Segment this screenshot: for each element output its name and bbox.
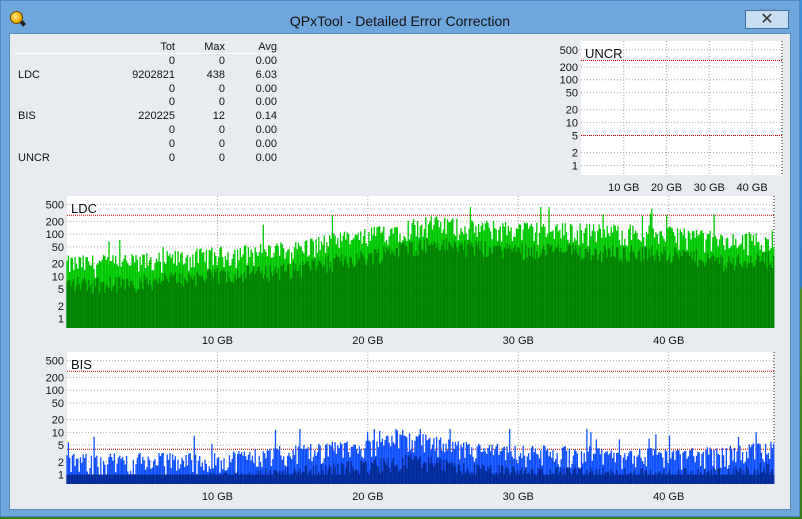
- y-tick-label: 500: [46, 200, 64, 212]
- x-tick-label: 20 GB: [352, 335, 383, 347]
- window-title: QPxTool - Detailed Error Correction: [289, 13, 511, 29]
- x-tick-label: 20 GB: [651, 182, 682, 194]
- x-tick-label: 10 GB: [202, 335, 233, 347]
- y-tick-label: 20: [566, 105, 578, 117]
- stats-max: 0: [218, 151, 225, 164]
- stats-avg: 0.00: [255, 55, 277, 67]
- y-tick-label: 1: [572, 160, 578, 172]
- stats-row: LDC 9202821 438 6.03: [15, 68, 277, 82]
- y-tick-label: 200: [560, 62, 578, 74]
- x-tick-label: 30 GB: [503, 491, 534, 503]
- stats-row: 0 0 0.00: [15, 54, 277, 68]
- stats-avg: 0.00: [255, 82, 277, 95]
- y-tick-label: 500: [46, 356, 64, 368]
- stats-tot: 220225: [138, 110, 175, 123]
- x-tick-label: 10 GB: [608, 182, 639, 194]
- y-tick-label: 50: [52, 398, 64, 410]
- stats-row: 0 0 0.00: [15, 123, 277, 137]
- stats-tot: 0: [168, 137, 175, 150]
- stats-avg: 0.14: [255, 110, 277, 123]
- y-tick-label: 2: [58, 301, 64, 313]
- stats-avg: 0.00: [255, 151, 277, 164]
- stats-table: Tot Max Avg 0 0 0.00 LDC 9202821 438 6.0…: [15, 40, 277, 164]
- y-tick-label: 100: [46, 385, 64, 397]
- y-tick-label: 500: [560, 45, 578, 57]
- x-tick-label: 40 GB: [653, 335, 684, 347]
- stats-tot: 9202821: [132, 68, 175, 81]
- app-window: QPxTool - Detailed Error Correction ✕ To…: [0, 0, 800, 517]
- stats-avg: 6.03: [255, 68, 277, 81]
- stats-header-row: Tot Max Avg: [15, 40, 277, 54]
- uncr-chart: 12 51020 50100200 500 10 GB 20 GB 30 GB 40 GB UN…: [560, 41, 783, 194]
- y-tick-label: 100: [46, 229, 64, 241]
- stats-row: 0 0 0.00: [15, 95, 277, 109]
- x-tick-label: 10 GB: [202, 491, 233, 503]
- stats-avg: 0.00: [255, 96, 277, 109]
- y-tick-label: 200: [46, 372, 64, 384]
- y-tick-label: 5: [58, 440, 64, 452]
- x-tick-label: 20 GB: [352, 491, 383, 503]
- ldc-chart: 12 51020 50100200 500 10 GB 20 GB 30 GB 40 GB LD…: [46, 196, 775, 347]
- stats-header-max: Max: [204, 41, 225, 53]
- title-bar[interactable]: QPxTool - Detailed Error Correction ✕: [1, 1, 799, 33]
- x-tick-label: 40 GB: [736, 182, 767, 194]
- y-tick-label: 20: [52, 259, 64, 271]
- stats-label: UNCR: [18, 151, 50, 164]
- y-tick-label: 50: [566, 88, 578, 100]
- y-tick-label: 10: [52, 271, 64, 283]
- y-tick-label: 1: [58, 314, 64, 326]
- y-tick-label: 20: [52, 415, 64, 427]
- x-tick-label: 40 GB: [653, 491, 684, 503]
- x-tick-label: 30 GB: [694, 182, 725, 194]
- y-tick-label: 100: [560, 75, 578, 87]
- stats-row: 0 0 0.00: [15, 137, 277, 151]
- stats-label: BIS: [18, 110, 36, 123]
- stats-max: 0: [218, 137, 225, 150]
- close-button[interactable]: ✕: [745, 10, 789, 29]
- y-tick-label: 1: [58, 470, 64, 482]
- stats-label: LDC: [18, 68, 41, 81]
- y-tick-label: 2: [58, 457, 64, 469]
- stats-max: 0: [218, 82, 225, 95]
- chart-title: LDC: [71, 201, 97, 216]
- y-tick-label: 5: [572, 131, 578, 143]
- stats-avg: 0.00: [255, 123, 277, 136]
- stats-tot: 0: [168, 123, 175, 136]
- client-area: Tot Max Avg 0 0 0.00 LDC 9202821 438 6.0…: [9, 33, 791, 510]
- chart-title: UNCR: [585, 46, 623, 61]
- y-tick-label: 10: [52, 427, 64, 439]
- y-tick-label: 200: [46, 216, 64, 228]
- stats-max: 0: [218, 96, 225, 109]
- stats-tot: 0: [168, 151, 175, 164]
- stats-row: UNCR 0 0 0.00: [15, 151, 277, 165]
- stats-tot: 0: [168, 55, 175, 67]
- stats-header-tot: Tot: [160, 41, 175, 53]
- stats-header-avg: Avg: [258, 41, 277, 53]
- y-tick-label: 50: [52, 242, 64, 254]
- chart-title: BIS: [71, 357, 92, 372]
- x-tick-label: 30 GB: [503, 335, 534, 347]
- y-tick-label: 5: [58, 284, 64, 296]
- stats-max: 0: [218, 55, 225, 67]
- y-tick-label: 10: [566, 118, 578, 130]
- stats-tot: 0: [168, 96, 175, 109]
- bis-chart: 12 51020 50100200 500 10 GB 20 GB 30 GB 40 GB BI…: [46, 352, 775, 503]
- stats-max: 0: [218, 123, 225, 136]
- y-tick-label: 2: [572, 148, 578, 160]
- stats-avg: 0.00: [255, 137, 277, 150]
- stats-row: 0 0 0.00: [15, 82, 277, 96]
- stats-tot: 0: [168, 82, 175, 95]
- stats-max: 438: [206, 68, 225, 81]
- stats-row: BIS 220225 12 0.14: [15, 109, 277, 123]
- stats-max: 12: [212, 110, 225, 123]
